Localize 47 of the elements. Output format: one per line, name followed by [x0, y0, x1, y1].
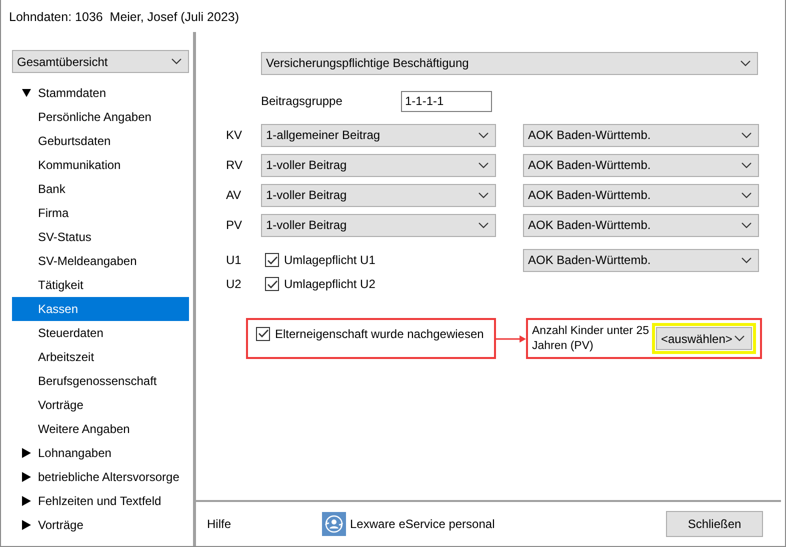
tree-item[interactable]: Persönliche Angaben — [12, 105, 189, 129]
checkbox-label[interactable]: Umlagepflicht U2 — [284, 275, 376, 293]
tree-item[interactable]: SV-Meldeangaben — [12, 249, 189, 273]
fund-dropdown[interactable]: AOK Baden-Württemb. — [523, 154, 759, 176]
tree-item[interactable]: Kassen — [12, 297, 189, 321]
input-field[interactable]: 1-1-1-1 — [401, 90, 492, 112]
tree-item[interactable]: betriebliche Altersvorsorge — [12, 465, 189, 489]
tree-item[interactable]: Arbeitszeit — [12, 345, 189, 369]
row-label: KV — [226, 128, 242, 142]
eservice-link[interactable]: Lexware eService personal — [350, 515, 495, 533]
tree-item[interactable]: SV-Status — [12, 225, 189, 249]
checkbox-label[interactable]: Elterneigenschaft wurde nachgewiesen — [275, 324, 484, 342]
row-label: U1 — [226, 253, 242, 267]
tree-item[interactable]: Kommunikation — [12, 153, 189, 177]
contribution-dropdown[interactable]: 1-voller Beitrag — [261, 184, 496, 206]
fund-dropdown[interactable]: AOK Baden-Württemb. — [523, 124, 759, 146]
tree-item[interactable]: Geburtsdaten — [12, 129, 189, 153]
children-dropdown[interactable]: <auswählen> — [656, 327, 752, 350]
employment-dropdown[interactable]: Versicherungspflichtige Beschäftigung — [261, 52, 758, 74]
fund-dropdown[interactable]: AOK Baden-Württemb. — [523, 248, 759, 272]
view-dropdown[interactable]: Gesamtübersicht — [12, 50, 189, 73]
row-label: RV — [226, 158, 242, 172]
row-label: U2 — [226, 277, 242, 291]
contribution-dropdown[interactable]: 1-voller Beitrag — [261, 214, 496, 236]
tree-item[interactable]: Vorträge — [12, 393, 189, 417]
contribution-dropdown[interactable]: 1-allgemeiner Beitrag — [261, 124, 496, 146]
row-label: AV — [226, 188, 242, 202]
fund-dropdown[interactable]: AOK Baden-Württemb. — [523, 184, 759, 206]
field-label: Beitragsgruppe — [261, 93, 344, 110]
tree-item[interactable]: Fehlzeiten und Textfeld — [12, 489, 189, 513]
tree-item[interactable]: Weitere Angaben — [12, 417, 189, 441]
tree-item[interactable]: Firma — [12, 201, 189, 225]
row-label: PV — [226, 218, 242, 232]
tree-item[interactable]: Stammdaten — [12, 81, 189, 105]
checkbox-label[interactable]: Umlagepflicht U1 — [284, 251, 376, 269]
tree-item[interactable]: Tätigkeit — [12, 273, 189, 297]
contribution-dropdown[interactable]: 1-voller Beitrag — [261, 154, 496, 176]
tree-item[interactable]: Lohnangaben — [12, 441, 189, 465]
close-button[interactable]: Schließen — [666, 511, 763, 537]
field-label: Anzahl Kinder unter 25 Jahren (PV) — [532, 324, 650, 354]
tree-item[interactable]: Vorträge — [12, 513, 189, 537]
window-title: Lohndaten: 1036 Meier, Josef (Juli 2023) — [1, 0, 785, 32]
tree-item[interactable]: Steuerdaten — [12, 321, 189, 345]
tree-item[interactable]: Berufsgenossenschaft — [12, 369, 189, 393]
fund-dropdown[interactable]: AOK Baden-Württemb. — [523, 214, 759, 236]
help-link[interactable]: Hilfe — [207, 515, 322, 533]
tree-item[interactable]: Bank — [12, 177, 189, 201]
